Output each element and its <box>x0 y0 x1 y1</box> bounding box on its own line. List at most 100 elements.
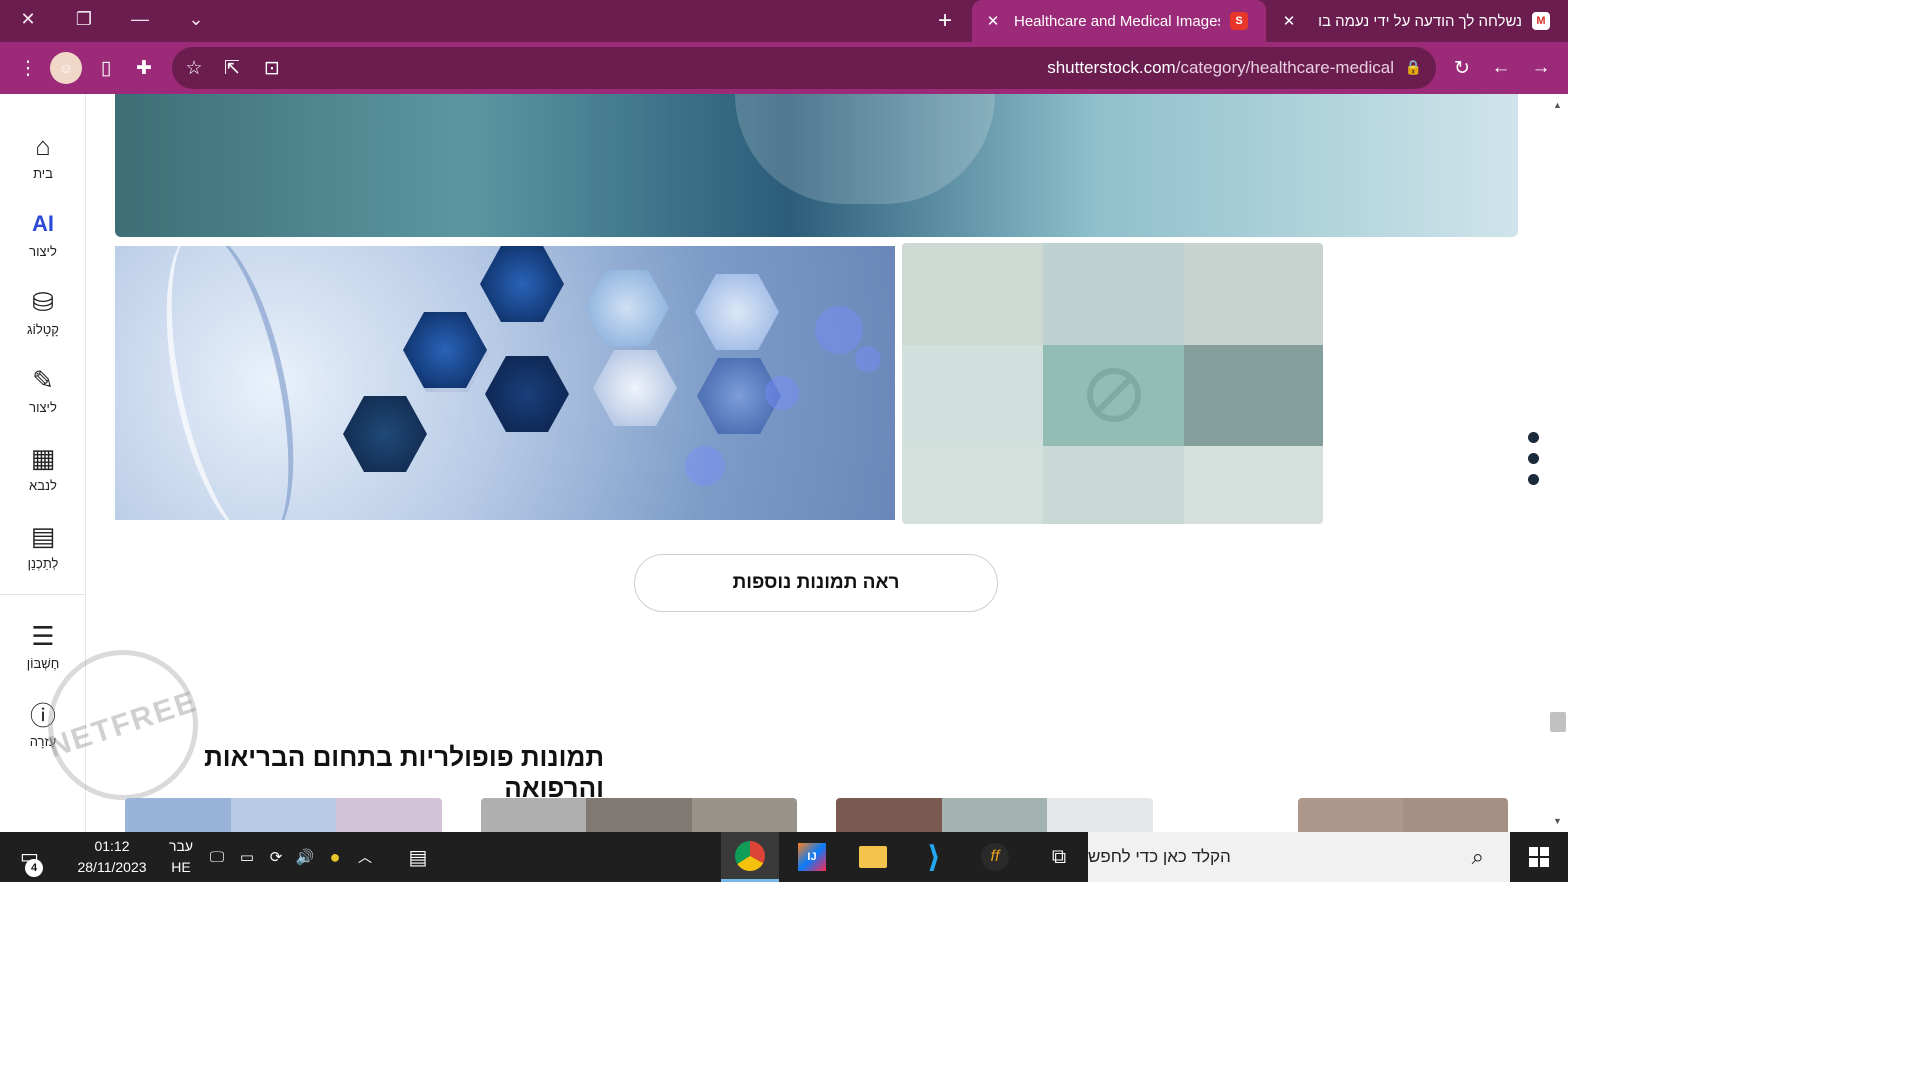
sidebar-item-predict[interactable]: ▦ לנבא <box>0 442 86 494</box>
blocked-tile <box>1184 345 1323 446</box>
search-icon: ⌕ <box>1471 844 1484 869</box>
window-minimize-icon[interactable]: — <box>112 0 168 38</box>
profile-avatar[interactable]: ☺ <box>50 52 82 84</box>
hex-image <box>480 246 564 322</box>
thumb-color-block <box>481 798 587 832</box>
popular-thumb[interactable] <box>481 798 797 832</box>
hex-image <box>695 274 779 350</box>
blocked-tile <box>1043 243 1184 345</box>
popular-thumb[interactable] <box>836 798 1153 832</box>
address-bar[interactable]: ☆ ⇱ ⊡ shutterstock.com/category/healthca… <box>172 47 1436 89</box>
thumb-color-block <box>1403 798 1508 832</box>
blocked-tile <box>1184 243 1323 345</box>
bokeh-bubble <box>855 346 881 372</box>
tab-shutterstock[interactable]: ✕ Healthcare and Medical Images, S <box>972 0 1266 42</box>
notification-center-icon[interactable]: ▭ 4 <box>20 844 50 877</box>
thumb-color-block <box>230 798 337 832</box>
account-list-icon: ☰ <box>31 620 55 651</box>
thumb-color-block <box>336 798 442 832</box>
sync-app-icon[interactable]: ⟳ <box>263 832 289 882</box>
blocked-tile <box>902 345 1043 446</box>
tray-app-icon[interactable]: ● <box>322 832 348 882</box>
tab-close-icon[interactable]: ✕ <box>1278 12 1300 30</box>
side-panel-icon[interactable]: ▯ <box>92 54 120 82</box>
thumb-color-block <box>125 798 231 832</box>
news-widget-icon[interactable]: ▤ <box>398 832 438 882</box>
taskbar-search-box[interactable]: הקלד כאן כדי לחפש ⌕ <box>1088 832 1510 882</box>
hero-medical-image[interactable] <box>115 94 1518 237</box>
blocked-tile <box>1043 446 1184 524</box>
taskbar-clock[interactable]: 01:12 28/11/2023 <box>70 836 154 878</box>
sidebar-item-label: חֶשְׁבּוֹן <box>26 656 60 671</box>
new-tab-button[interactable]: + <box>930 6 960 36</box>
volume-icon[interactable]: 🔊 <box>292 832 318 882</box>
chrome-icon <box>735 840 765 871</box>
browser-toolbar: ⋮ ☺ ▯ ✚ ☆ ⇱ ⊡ shutterstock.com/category/… <box>0 42 1568 94</box>
search-placeholder: הקלד כאן כדי לחפש <box>1088 847 1231 866</box>
tab-title: Healthcare and Medical Images, <box>1014 12 1220 30</box>
task-view-icon: ⧉ <box>1051 845 1067 868</box>
scroll-up-arrow-icon[interactable]: ▲ <box>1553 100 1562 110</box>
taskbar-vscode-app[interactable]: ⟩ <box>905 832 963 882</box>
task-view-button[interactable]: ⧉ <box>1030 832 1088 882</box>
window-restore-icon[interactable]: ❐ <box>56 0 112 38</box>
tab-title: נשלחה לך הודעה על ידי נעמה בו <box>1318 12 1522 30</box>
intellij-icon: IJ <box>798 843 826 871</box>
taskbar-intellij-app[interactable]: IJ <box>783 832 841 882</box>
see-more-images-button[interactable]: ראה תמונות נוספות <box>634 554 998 612</box>
blocked-tile <box>902 446 1043 524</box>
back-arrow-icon[interactable]: ← <box>1487 54 1515 82</box>
share-icon[interactable]: ⇱ <box>218 54 246 82</box>
sidebar-item-account[interactable]: ☰ חֶשְׁבּוֹן <box>0 620 86 672</box>
fontforge-icon: ff <box>981 843 1009 871</box>
sidebar-item-label: קָטָלוֹג <box>27 322 59 337</box>
sidebar-item-ai-create[interactable]: AI ליצור <box>0 208 86 259</box>
tab-close-icon[interactable]: ✕ <box>982 12 1004 30</box>
sidebar-item-home[interactable]: ⌂ בית <box>0 130 86 182</box>
clock-date: 28/11/2023 <box>77 859 147 875</box>
scroll-down-arrow-icon[interactable]: ▼ <box>1553 816 1562 826</box>
battery-icon[interactable]: ▭ <box>234 832 260 882</box>
url-domain: shutterstock.com <box>1047 58 1176 77</box>
edit-pencil-icon: ✎ <box>32 364 54 395</box>
extensions-puzzle-icon[interactable]: ✚ <box>130 54 158 82</box>
bokeh-bubble <box>685 446 725 486</box>
sidebar-item-label: לְתַכְנֵן <box>27 556 59 571</box>
notification-count-badge: 4 <box>25 859 43 877</box>
translate-icon[interactable]: ⊡ <box>258 54 286 82</box>
show-hidden-icons-chevron-icon[interactable]: ︿ <box>352 832 378 882</box>
windows-start-button[interactable] <box>1510 832 1568 882</box>
page-options-kebab-icon[interactable] <box>1528 432 1542 495</box>
section-title: תמונות פופולריות בתחום הבריאות והרפואה <box>204 742 604 803</box>
healthcare-technology-image[interactable] <box>115 246 895 520</box>
vscode-icon: ⟩ <box>927 840 941 874</box>
hex-image <box>343 396 427 472</box>
ai-generate-icon: AI <box>32 211 54 236</box>
popular-thumb[interactable] <box>125 798 442 832</box>
url-text: shutterstock.com/category/healthcare-med… <box>1047 58 1394 78</box>
tab-search-chevron-icon[interactable]: ⌄ <box>168 0 224 38</box>
calendar-icon: ▤ <box>30 520 56 551</box>
sidebar-item-label: בית <box>33 166 53 181</box>
taskbar-chrome-app[interactable] <box>721 832 779 882</box>
reload-icon[interactable]: ↻ <box>1448 54 1476 82</box>
taskbar-file-explorer-app[interactable] <box>844 832 902 882</box>
bookmark-star-icon[interactable]: ☆ <box>180 54 208 82</box>
network-icon[interactable]: 🖵 <box>204 832 230 882</box>
lock-icon[interactable]: 🔒 <box>1405 59 1422 76</box>
sidebar-item-plan[interactable]: ▤ לְתַכְנֵן <box>0 520 86 572</box>
blocked-prohibited-icon <box>1087 368 1141 422</box>
sidebar-item-edit[interactable]: ✎ ליצור <box>0 364 86 416</box>
folder-icon <box>859 846 887 868</box>
shutterstock-icon: S <box>1230 12 1248 30</box>
popular-thumb[interactable] <box>1298 798 1508 832</box>
forward-arrow-icon[interactable]: → <box>1527 54 1555 82</box>
tab-gmail[interactable]: ✕ נשלחה לך הודעה על ידי נעמה בו M <box>1270 0 1560 42</box>
menu-kebab-icon[interactable]: ⋮ <box>14 54 42 82</box>
language-indicator[interactable]: עבר HE <box>165 836 197 878</box>
sidebar-item-catalog[interactable]: ⛁ קָטָלוֹג <box>0 286 86 338</box>
scrollbar-thumb[interactable] <box>1550 712 1566 732</box>
taskbar-fontforge-app[interactable]: ff <box>966 832 1024 882</box>
window-close-icon[interactable]: ✕ <box>0 0 56 38</box>
blocked-tile <box>1184 446 1323 524</box>
